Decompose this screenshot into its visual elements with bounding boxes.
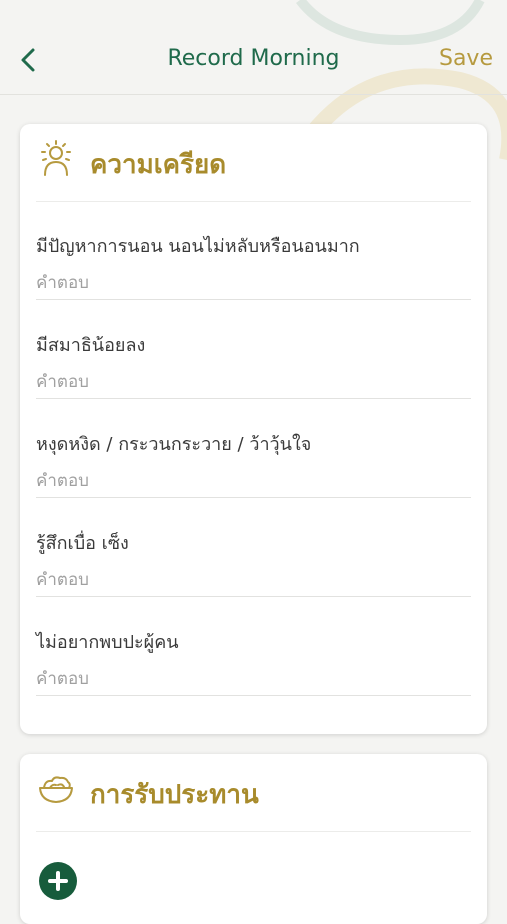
stressed-person-icon <box>41 140 71 176</box>
question-label: รู้สึกเบื่อ เซ็ง <box>36 533 129 554</box>
add-button[interactable] <box>39 862 77 900</box>
answer-input[interactable] <box>36 471 471 491</box>
answer-input[interactable] <box>36 669 471 689</box>
meal-card-title: การรับประทาน <box>90 780 259 810</box>
answer-input[interactable] <box>36 273 471 293</box>
meal-card: การรับประทาน <box>20 754 487 924</box>
question-label: มีสมาธิน้อยลง <box>36 335 146 356</box>
navigation-bar: Record Morning Save <box>0 0 507 95</box>
question-item: หงุดหงิด / กระวนกระวาย / ว้าวุ้นใจ <box>36 399 471 498</box>
question-label: หงุดหงิด / กระวนกระวาย / ว้าวุ้นใจ <box>36 434 312 455</box>
stress-card-title: ความเครียด <box>90 150 227 180</box>
question-item: มีสมาธิน้อยลง <box>36 300 471 399</box>
question-label: ไม่อยากพบปะผู้คน <box>36 632 179 653</box>
divider <box>36 831 471 832</box>
save-button[interactable]: Save <box>439 46 493 71</box>
question-item: มีปัญหาการนอน นอนไม่หลับหรือนอนมาก <box>36 201 471 300</box>
question-item: ไม่อยากพบปะผู้คน <box>36 597 471 696</box>
page-title: Record Morning <box>167 46 340 71</box>
question-label: มีปัญหาการนอน นอนไม่หลับหรือนอนมาก <box>36 236 360 257</box>
answer-input[interactable] <box>36 570 471 590</box>
stress-card: ความเครียด มีปัญหาการนอน นอนไม่หลับหรือน… <box>20 124 487 734</box>
food-bowl-icon <box>39 776 73 803</box>
answer-input[interactable] <box>36 372 471 392</box>
question-item: รู้สึกเบื่อ เซ็ง <box>36 498 471 597</box>
divider <box>36 695 471 696</box>
